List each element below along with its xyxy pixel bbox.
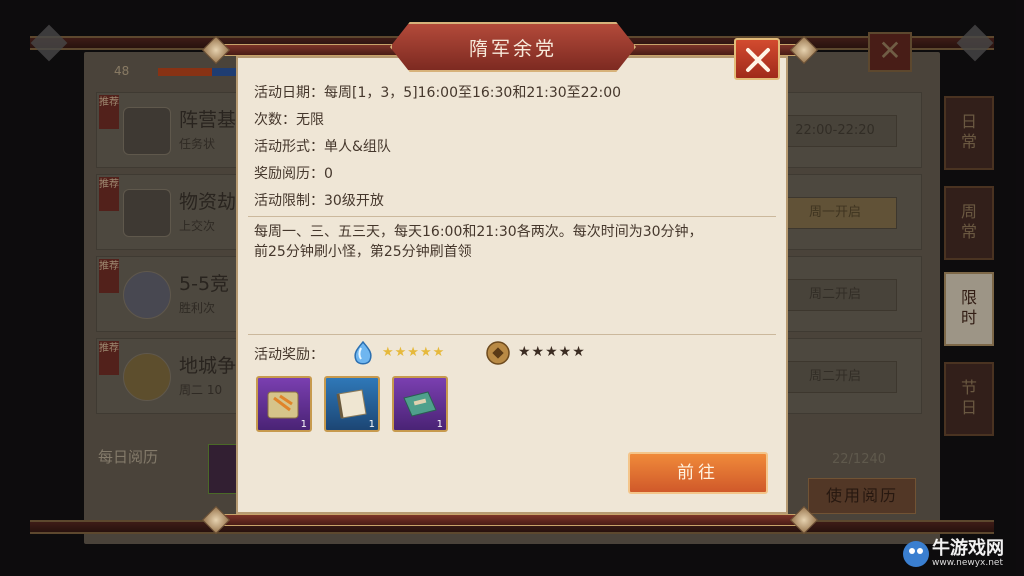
treasure-map-icon (267, 391, 299, 419)
reward-label: 活动奖励： (254, 347, 324, 363)
divider (248, 334, 776, 335)
item-quantity: 1 (436, 419, 443, 430)
divider (248, 216, 776, 217)
watermark-text: 牛游戏网 (932, 538, 1004, 559)
skill-book-item[interactable]: 1 (392, 376, 448, 432)
activity-reward-exp: 奖励阅历：0 (254, 166, 333, 182)
activity-info: 活动日期：每周[1，3，5]16:00至16:30和21:30至22:00 次数… (248, 80, 776, 215)
book-icon (336, 389, 367, 419)
activity-level-limit: 活动限制：30级开放 (254, 193, 384, 209)
item-quantity: 1 (368, 419, 375, 430)
activity-description: 每周一、三、五三天，每天16:00和21:30各两次。每次时间为30分钟， 前2… (254, 222, 774, 262)
scroll-book-item[interactable]: 1 (324, 376, 380, 432)
goto-button[interactable]: 前往 (628, 452, 768, 494)
skill-book-icon (403, 391, 437, 417)
description-line: 每周一、三、五三天，每天16:00和21:30各两次。每次时间为30分钟， (254, 224, 703, 240)
watermark-url: www.newyx.net (932, 558, 1004, 568)
item-quantity: 1 (300, 419, 307, 430)
close-button[interactable] (734, 38, 780, 80)
close-icon (746, 48, 770, 72)
activity-mode: 活动形式：单人&组队 (254, 139, 391, 155)
coin-icon (486, 341, 510, 365)
gem-rating-stars: ★★★★★ (382, 345, 446, 360)
gem-icon (354, 340, 372, 365)
description-line: 前25分钟刷小怪，第25分钟刷首领 (254, 244, 472, 260)
treasure-map-item[interactable]: 1 (256, 376, 312, 432)
activity-count: 次数：无限 (254, 112, 324, 128)
activity-date: 活动日期：每周[1，3，5]16:00至16:30和21:30至22:00 (254, 85, 622, 101)
modal-bottom-rod (214, 514, 806, 526)
coin-rating-stars: ★★★★★ (518, 344, 586, 360)
dialog-title: 隋军余党 (468, 38, 557, 60)
